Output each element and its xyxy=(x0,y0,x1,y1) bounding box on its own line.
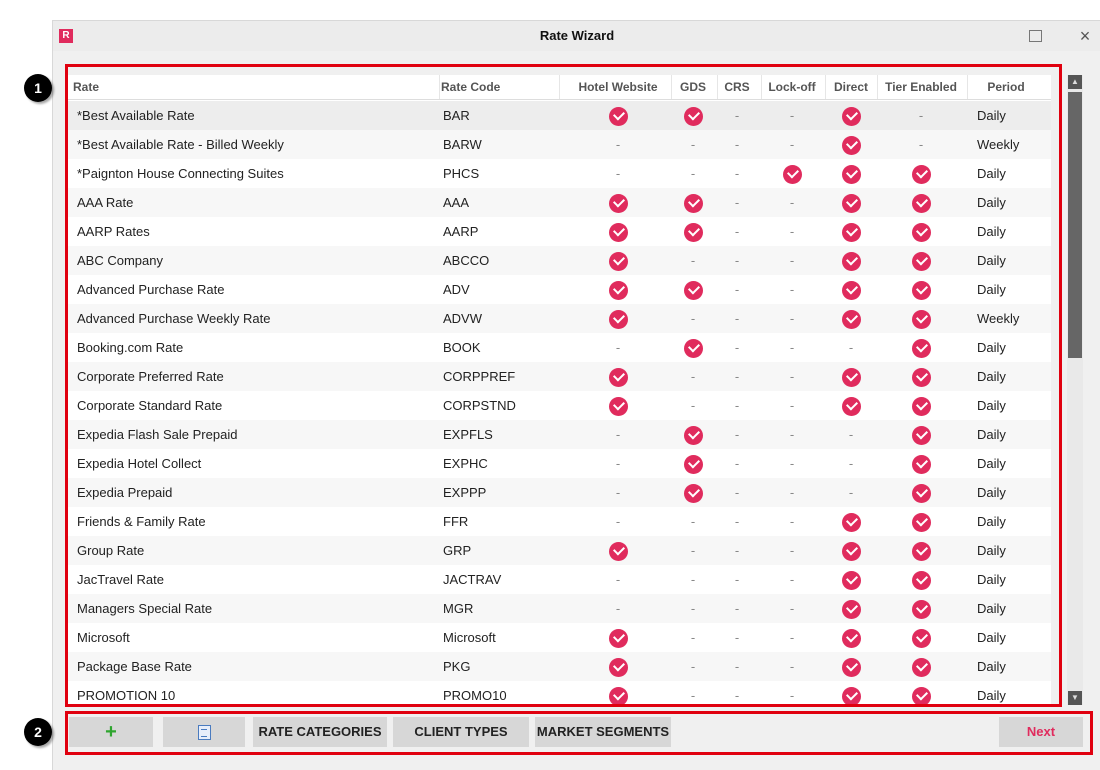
close-icon[interactable]: × xyxy=(1075,23,1095,49)
maximize-icon[interactable] xyxy=(1029,30,1042,42)
vertical-scrollbar[interactable]: ▲ ▼ xyxy=(1067,75,1083,705)
callout-badge-2: 2 xyxy=(24,718,52,746)
window-title: Rate Wizard xyxy=(539,28,615,43)
scroll-down-icon[interactable]: ▼ xyxy=(1068,691,1082,705)
scroll-up-icon[interactable]: ▲ xyxy=(1068,75,1082,89)
annotation-box-2 xyxy=(65,711,1093,755)
callout-badge-1: 1 xyxy=(24,74,52,102)
annotation-box-1 xyxy=(65,64,1062,707)
title-bar: R Rate Wizard × xyxy=(53,21,1100,51)
scroll-thumb[interactable] xyxy=(1068,92,1082,358)
